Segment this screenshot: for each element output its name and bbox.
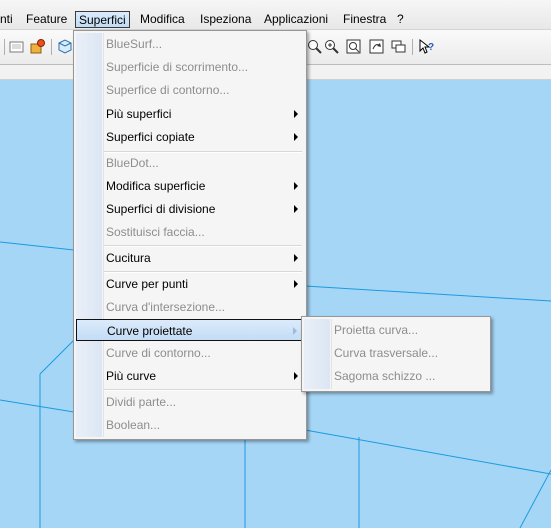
menu-feature[interactable]: Feature — [23, 11, 70, 28]
menu-item-sagoma-schizzo[interactable]: Sagoma schizzo ... — [304, 365, 488, 387]
menu-item-curva-intersezione[interactable]: Curva d'intersezione... — [76, 296, 304, 318]
menu-item-label: Curve di contorno... — [106, 346, 211, 360]
menu-item-label: Curva trasversale... — [334, 346, 439, 360]
rotate-view-icon[interactable] — [368, 38, 385, 55]
curve-proiettate-submenu: Proietta curva... Curva trasversale... S… — [301, 316, 491, 392]
menu-item-modifica-superficie[interactable]: Modifica superficie — [76, 175, 304, 197]
menu-item-superfici-copiate[interactable]: Superfici copiate — [76, 126, 304, 148]
submenu-arrow-icon — [294, 182, 298, 190]
menu-item-label: BlueDot... — [106, 156, 159, 170]
menu-item-label: Modifica superficie — [106, 179, 206, 193]
menu-item-label: Dividi parte... — [106, 395, 177, 409]
menu-item-cucitura[interactable]: Cucitura — [76, 247, 304, 269]
superfici-menu: BlueSurf... Superficie di scorrimento...… — [73, 30, 307, 440]
zoom-icon[interactable] — [323, 38, 340, 55]
menu-item-boolean[interactable]: Boolean... — [76, 414, 304, 436]
menu-bar: nti Feature Superfici Modifica Ispeziona… — [0, 0, 551, 30]
toolbar-separator — [412, 39, 413, 55]
whats-this-icon[interactable]: ? — [418, 38, 435, 55]
menu-item-label: Curve per punti — [106, 277, 189, 291]
toolbar-separator — [51, 39, 52, 55]
submenu-arrow-icon — [294, 254, 298, 262]
menu-item-label: Boolean... — [106, 418, 161, 432]
settings-icon[interactable] — [29, 38, 46, 55]
menu-item-label: Sagoma schizzo ... — [334, 369, 436, 383]
submenu-arrow-icon — [294, 205, 298, 213]
box-icon[interactable] — [56, 38, 73, 55]
submenu-arrow-icon — [294, 110, 298, 118]
menu-strumenti[interactable]: nti — [0, 11, 16, 28]
menu-item-dividi-parte[interactable]: Dividi parte... — [76, 391, 304, 413]
menu-item-curva-trasversale[interactable]: Curva trasversale... — [304, 342, 488, 364]
menu-item-label: BlueSurf... — [106, 37, 163, 51]
menu-item-sostituisci-faccia[interactable]: Sostituisci faccia... — [76, 221, 304, 243]
menu-item-label: Sostituisci faccia... — [106, 225, 205, 239]
menu-item-label: Superfici copiate — [106, 130, 195, 144]
menu-item-piu-curve[interactable]: Più curve — [76, 365, 304, 387]
svg-text:?: ? — [428, 42, 434, 53]
save-icon[interactable] — [8, 38, 25, 55]
menu-item-label: Più curve — [106, 369, 157, 383]
menu-item-curve-contorno[interactable]: Curve di contorno... — [76, 342, 304, 364]
menu-item-label: Più superfici — [106, 107, 172, 121]
menu-item-label: Superfici di divisione — [106, 202, 216, 216]
menu-modifica[interactable]: Modifica — [137, 11, 188, 28]
menu-applicazioni[interactable]: Applicazioni — [261, 11, 331, 28]
submenu-arrow-icon — [294, 280, 298, 288]
menu-item-label: Curva d'intersezione... — [106, 300, 226, 314]
menu-ispeziona[interactable]: Ispeziona — [197, 11, 254, 28]
menu-help[interactable]: ? — [394, 11, 407, 28]
zoom-box-icon[interactable] — [345, 38, 362, 55]
submenu-arrow-icon — [294, 372, 298, 380]
menu-item-label: Cucitura — [106, 251, 151, 265]
submenu-arrow-icon — [294, 133, 298, 141]
menu-item-curve-per-punti[interactable]: Curve per punti — [76, 273, 304, 295]
menu-item-bluedot[interactable]: BlueDot... — [76, 152, 304, 174]
zoom-fit-icon[interactable] — [306, 38, 323, 55]
toolbar-separator — [4, 39, 5, 55]
menu-item-bluesurf[interactable]: BlueSurf... — [76, 33, 304, 55]
menu-item-label: Superficie di scorrimento... — [106, 60, 249, 74]
menu-item-label: Superfice di contorno... — [106, 83, 230, 97]
window-icon[interactable] — [390, 38, 407, 55]
menu-item-superficie-scorrimento[interactable]: Superficie di scorrimento... — [76, 56, 304, 78]
menu-item-proietta-curva[interactable]: Proietta curva... — [304, 319, 488, 341]
menu-superfici[interactable]: Superfici — [75, 11, 130, 28]
menu-item-piu-superfici[interactable]: Più superfici — [76, 103, 304, 125]
menu-item-curve-proiettate[interactable]: Curve proiettate — [76, 319, 304, 341]
menu-finestra[interactable]: Finestra — [340, 11, 389, 28]
submenu-arrow-icon — [293, 327, 297, 335]
menu-item-label: Curve proiettate — [107, 324, 193, 338]
menu-item-superfici-divisione[interactable]: Superfici di divisione — [76, 198, 304, 220]
menu-item-superfice-contorno[interactable]: Superfice di contorno... — [76, 79, 304, 101]
menu-item-label: Proietta curva... — [334, 323, 419, 337]
